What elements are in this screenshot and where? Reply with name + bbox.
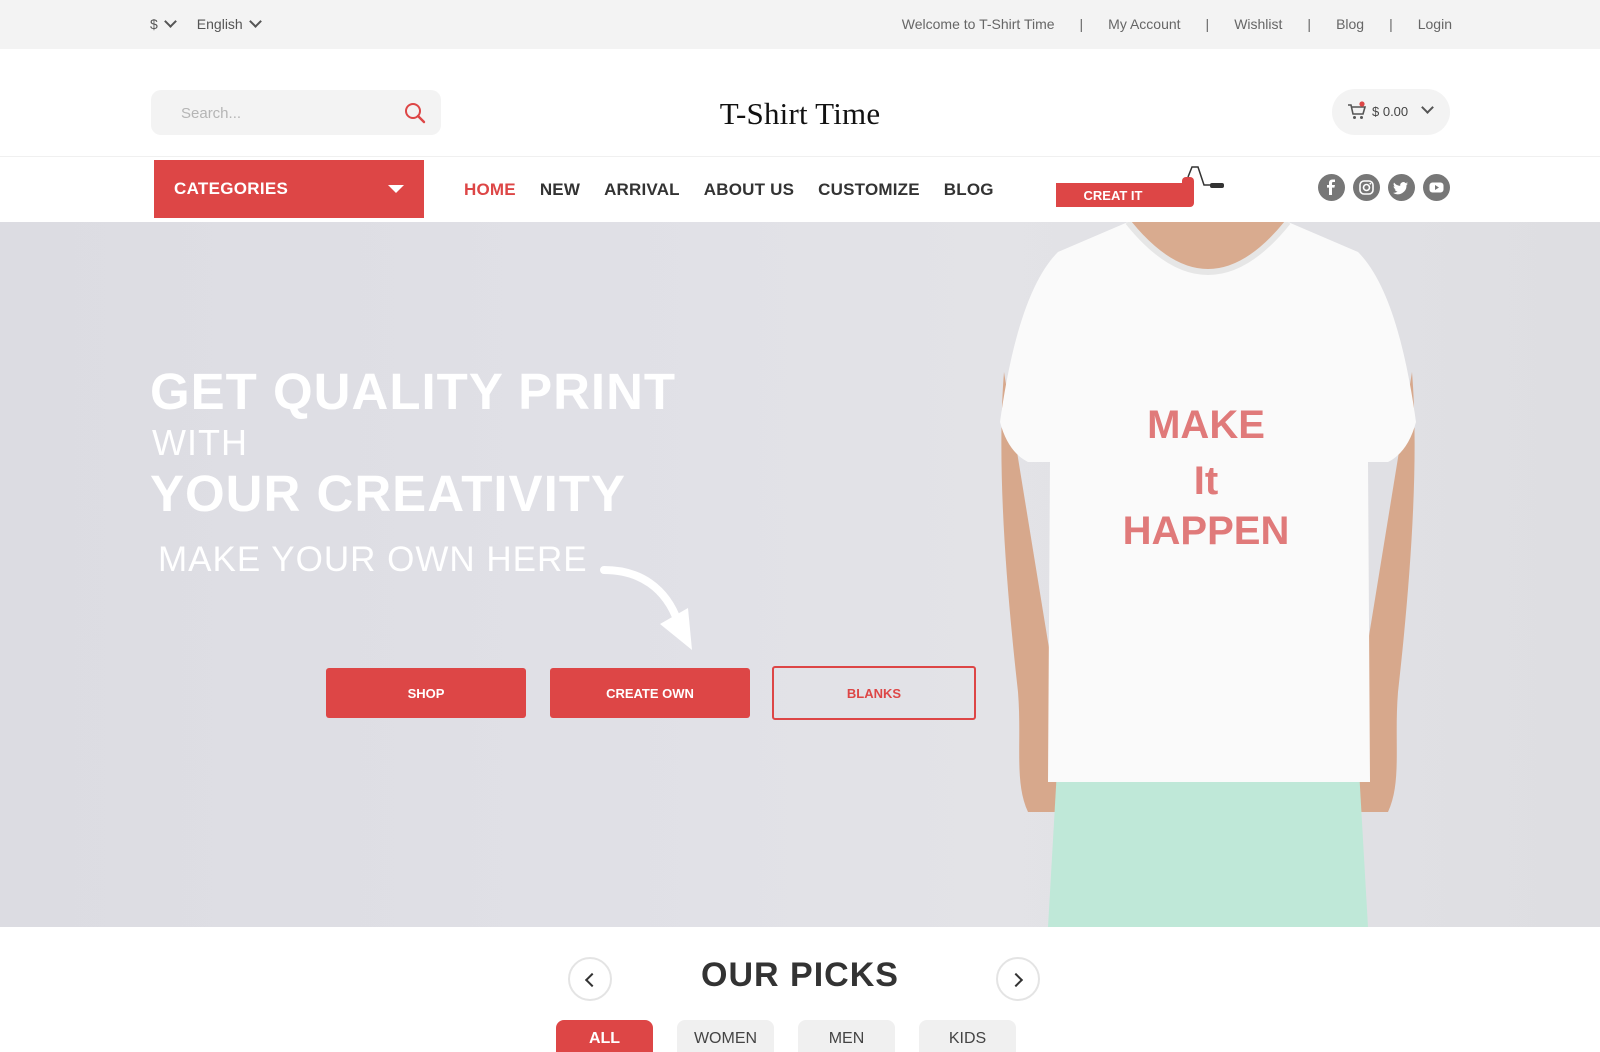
shirt-print-line3: HAPPEN [1123,509,1290,553]
creat-it-button[interactable]: CREAT IT [1056,183,1188,207]
currency-selector[interactable]: $ [150,14,177,32]
chevron-down-icon [248,14,262,28]
nav-item-arrival[interactable]: ARRIVAL [604,180,680,200]
my-account-link[interactable]: My Account [1108,16,1180,32]
create-own-button[interactable]: CREATE OWN [550,668,750,718]
locale-selectors: $ English [150,14,262,32]
site-logo[interactable]: T-Shirt Time [700,96,900,132]
facebook-icon[interactable] [1318,174,1345,201]
youtube-icon[interactable] [1423,174,1450,201]
picks-filter-tabs: ALL WOMEN MEN KIDS [556,1020,1016,1052]
account-links: Welcome to T-Shirt Time | My Account | W… [902,16,1452,32]
nav-item-customize[interactable]: CUSTOMIZE [818,180,920,200]
search-icon[interactable] [403,101,427,125]
divider: | [1307,16,1312,32]
tab-kids[interactable]: KIDS [919,1020,1016,1052]
picks-prev-button[interactable] [568,957,612,1001]
divider: | [1389,16,1393,32]
shop-button[interactable]: SHOP [326,668,526,718]
cart-icon [1348,101,1367,119]
currency-label: $ [150,16,158,32]
divider: | [1079,16,1084,32]
language-label: English [196,16,243,32]
wishlist-link[interactable]: Wishlist [1234,16,1282,32]
chevron-right-icon [1008,972,1024,988]
caret-down-icon [388,185,404,193]
search-box [151,90,441,135]
divider [0,156,1600,157]
divider: | [1205,16,1210,32]
categories-label: CATEGORIES [174,179,289,198]
model-photo: MAKE It HAPPEN [1000,222,1416,927]
shirt-print-line2: It [1194,459,1218,503]
twitter-icon[interactable] [1388,174,1415,201]
language-selector[interactable]: English [196,14,262,32]
nav-item-new[interactable]: NEW [540,180,580,200]
picks-next-button[interactable] [996,957,1040,1001]
cart-button[interactable]: $ 0.00 [1332,89,1450,135]
tab-men[interactable]: MEN [798,1020,895,1052]
blanks-button[interactable]: BLANKS [772,666,976,720]
chevron-left-icon [584,972,600,988]
section-title: OUR PICKS [701,956,899,994]
hero-heading-line2: WITH [152,422,248,463]
chevron-down-icon [163,14,177,28]
tab-women[interactable]: WOMEN [677,1020,774,1052]
tab-all[interactable]: ALL [556,1020,653,1052]
hero-banner: GET QUALITY PRINT WITH YOUR CREATIVITY M… [0,222,1600,927]
main-nav: HOME NEW ARRIVAL ABOUT US CUSTOMIZE BLOG [464,180,994,200]
welcome-text: Welcome to T-Shirt Time [901,16,1055,32]
instagram-icon[interactable] [1353,174,1380,201]
nav-item-home[interactable]: HOME [464,180,516,200]
chevron-down-icon [1421,101,1434,114]
top-bar: $ English Welcome to T-Shirt Time | My A… [0,0,1600,49]
paint-roller-icon [1182,166,1224,207]
hero-heading-line1: GET QUALITY PRINT [150,363,677,420]
hero-subheading: MAKE YOUR OWN HERE [158,540,588,579]
nav-item-about-us[interactable]: ABOUT US [704,180,794,200]
categories-dropdown[interactable]: CATEGORIES [154,160,424,218]
shirt-print-line1: MAKE [1147,403,1265,447]
social-links [1318,174,1450,201]
curved-arrow-icon [600,566,692,650]
nav-item-blog[interactable]: BLOG [944,180,994,200]
blog-link[interactable]: Blog [1336,16,1364,32]
hero-heading-line3: YOUR CREATIVITY [150,465,626,522]
search-input[interactable] [181,102,391,124]
login-link[interactable]: Login [1418,16,1452,32]
cart-amount: $ 0.00 [1372,104,1409,119]
